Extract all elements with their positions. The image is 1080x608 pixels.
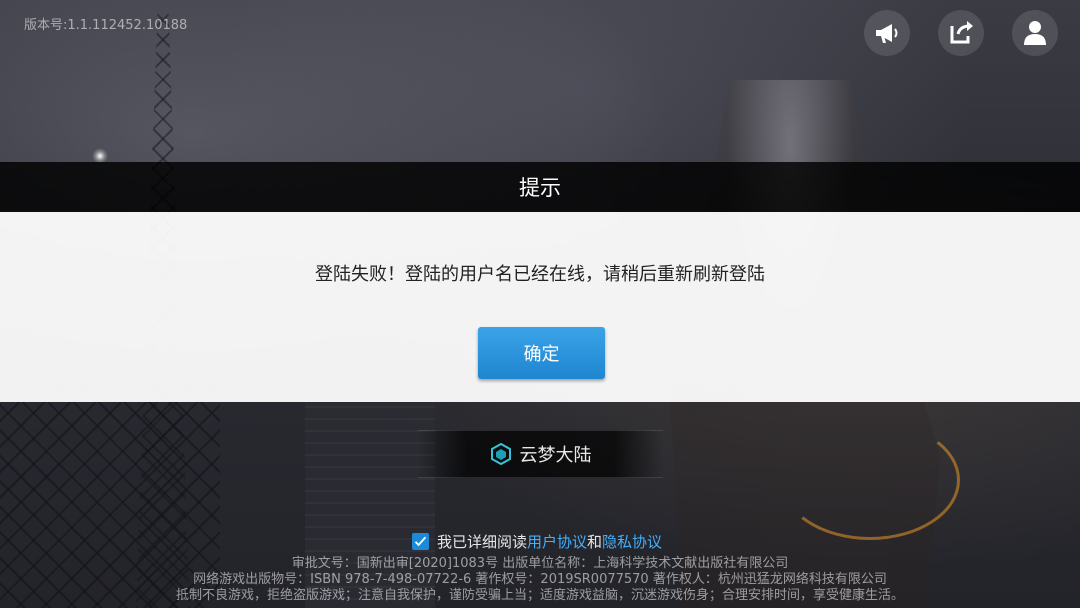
- server-name: 云梦大陆: [519, 445, 592, 466]
- version-label: 版本号:1.1.112452.10188: [24, 18, 188, 33]
- dialog-body: 登陆失败！登陆的用户名已经在线，请稍后重新刷新登陆 确定: [0, 212, 1080, 402]
- confirm-button[interactable]: 确定: [478, 327, 605, 379]
- switch-account-icon: [950, 21, 973, 44]
- user-center-button[interactable]: [1012, 10, 1058, 56]
- checkmark-icon: [414, 536, 427, 546]
- user-icon: [1024, 21, 1046, 45]
- switch-account-button[interactable]: [938, 10, 984, 56]
- footer-line-publication: 网络游戏出版物号：ISBN 978-7-498-07722-6 著作权号：201…: [193, 572, 887, 587]
- dialog-title-bar: 提示: [0, 162, 1080, 212]
- server-selector[interactable]: 云梦大陆: [418, 430, 663, 478]
- agreement-row: 我已详细阅读用户协议和隐私协议: [412, 531, 662, 551]
- footer-line-approval: 审批文号：国新出审[2020]1083号 出版单位名称：上海科学技术文献出版社有…: [291, 556, 789, 571]
- agreement-prefix: 我已详细阅读: [437, 532, 528, 551]
- footer-line-health-notice: 抵制不良游戏，拒绝盗版游戏；注意自我保护，谨防受骗上当；适度游戏益脑，沉迷游戏伤…: [175, 588, 904, 603]
- character-glow-ring: [780, 420, 960, 540]
- dialog-message: 登陆失败！登陆的用户名已经在线，请稍后重新刷新登陆: [315, 264, 765, 285]
- privacy-policy-link[interactable]: 隐私协议: [602, 533, 662, 551]
- user-agreement-link[interactable]: 用户协议: [527, 533, 587, 551]
- megaphone-icon: [876, 24, 898, 43]
- hexagon-cube-icon: [490, 443, 511, 465]
- dialog-title: 提示: [519, 176, 561, 200]
- agreement-checkbox[interactable]: [412, 532, 429, 550]
- announcement-button[interactable]: [864, 10, 910, 56]
- compliance-footer: 审批文号：国新出审[2020]1083号 出版单位名称：上海科学技术文献出版社有…: [0, 556, 1080, 604]
- agreement-and: 和: [587, 532, 603, 551]
